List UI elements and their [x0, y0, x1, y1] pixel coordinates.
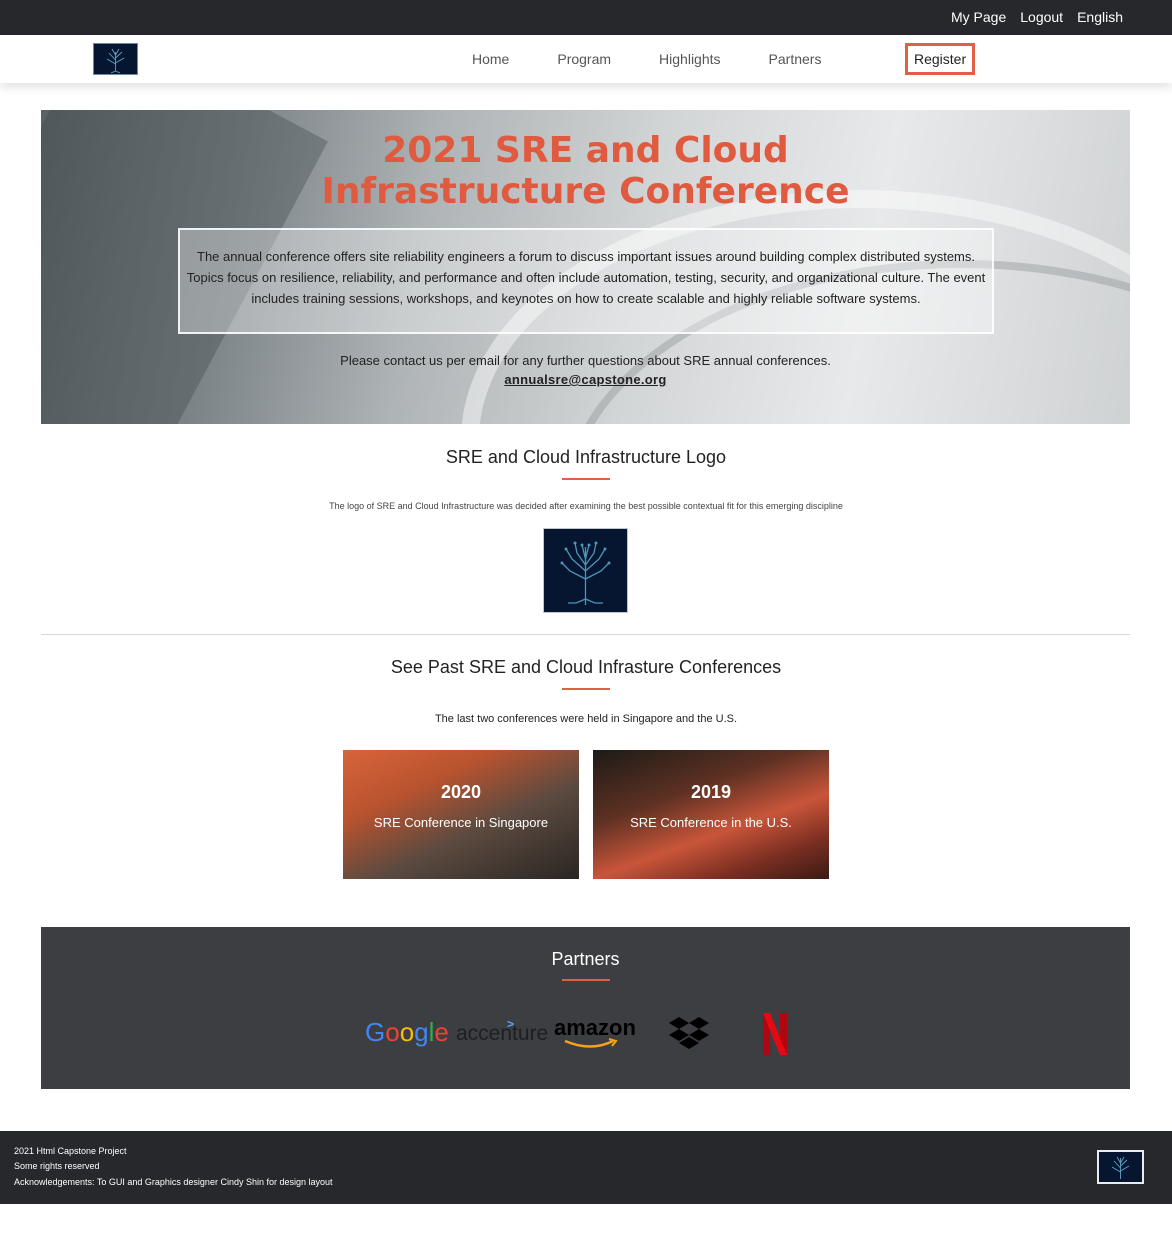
hero-title-line1: 2021 SRE and Cloud [382, 130, 789, 171]
tree-logo-icon[interactable] [93, 43, 138, 75]
hero-contact-text: Please contact us per email for any furt… [340, 353, 831, 368]
past-section-title: See Past SRE and Cloud Infrasture Confer… [390, 657, 782, 677]
card-year: 2019 [690, 782, 732, 802]
title-underline [562, 478, 610, 480]
top-bar: My Page Logout English [0, 0, 1172, 35]
accenture-chevron-icon: > [507, 1017, 515, 1031]
section-divider [41, 634, 1130, 635]
main-navbar: Home Program Highlights Partners Registe… [0, 35, 1172, 83]
register-button[interactable]: Register [905, 43, 976, 75]
conference-card-2020[interactable]: 2020 SRE Conference in Singapore [343, 750, 579, 879]
page-footer: 2021 Html Capstone Project Some rights r… [0, 1131, 1172, 1204]
contact-email-link[interactable]: annualsre@capstone.org [41, 372, 1130, 387]
amazon-smile-icon [564, 1038, 618, 1048]
conference-card-2019[interactable]: 2019 SRE Conference in the U.S. [593, 750, 829, 879]
tree-logo-icon[interactable] [1097, 1150, 1144, 1184]
hero-banner: 2021 SRE and Cloud Infrastructure Confer… [41, 110, 1130, 424]
netflix-logo[interactable] [762, 1012, 788, 1056]
partners-title: Partners [551, 949, 620, 969]
hero-description: The annual conference offers site reliab… [178, 228, 994, 334]
google-logo[interactable]: Google [365, 1017, 449, 1048]
past-section-caption: The last two conferences were held in Si… [434, 713, 738, 725]
card-subtitle: SRE Conference in the U.S. [630, 815, 792, 830]
hero-title-line2: Infrastructure Conference [321, 171, 850, 212]
dropbox-logo[interactable] [668, 1015, 710, 1053]
top-links: My Page Logout English [951, 9, 1123, 25]
language-link[interactable]: English [1077, 9, 1123, 25]
nav-program[interactable]: Program [557, 51, 611, 67]
my-page-link[interactable]: My Page [951, 9, 1006, 25]
nav-highlights[interactable]: Highlights [659, 51, 720, 67]
tree-logo-icon [543, 528, 628, 613]
logo-section-caption: The logo of SRE and Cloud Infrastructure… [329, 501, 843, 511]
title-underline [562, 979, 610, 981]
footer-line: 2021 Html Capstone Project [14, 1146, 127, 1156]
accenture-logo[interactable]: accenture [456, 1022, 548, 1046]
title-underline [562, 688, 610, 690]
nav-partners[interactable]: Partners [769, 51, 822, 67]
card-year: 2020 [440, 782, 482, 802]
card-subtitle: SRE Conference in Singapore [373, 815, 549, 830]
logout-link[interactable]: Logout [1020, 9, 1063, 25]
partners-section: Partners Google accenture > amazon [41, 927, 1130, 1089]
footer-line: Some rights reserved [14, 1161, 100, 1171]
footer-line: Acknowledgements: To GUI and Graphics de… [14, 1177, 333, 1187]
logo-section-title: SRE and Cloud Infrastructure Logo [445, 447, 727, 467]
hero-title: 2021 SRE and Cloud Infrastructure Confer… [41, 130, 1130, 212]
nav-links: Home Program Highlights Partners Registe… [472, 43, 976, 75]
nav-home[interactable]: Home [472, 51, 509, 67]
